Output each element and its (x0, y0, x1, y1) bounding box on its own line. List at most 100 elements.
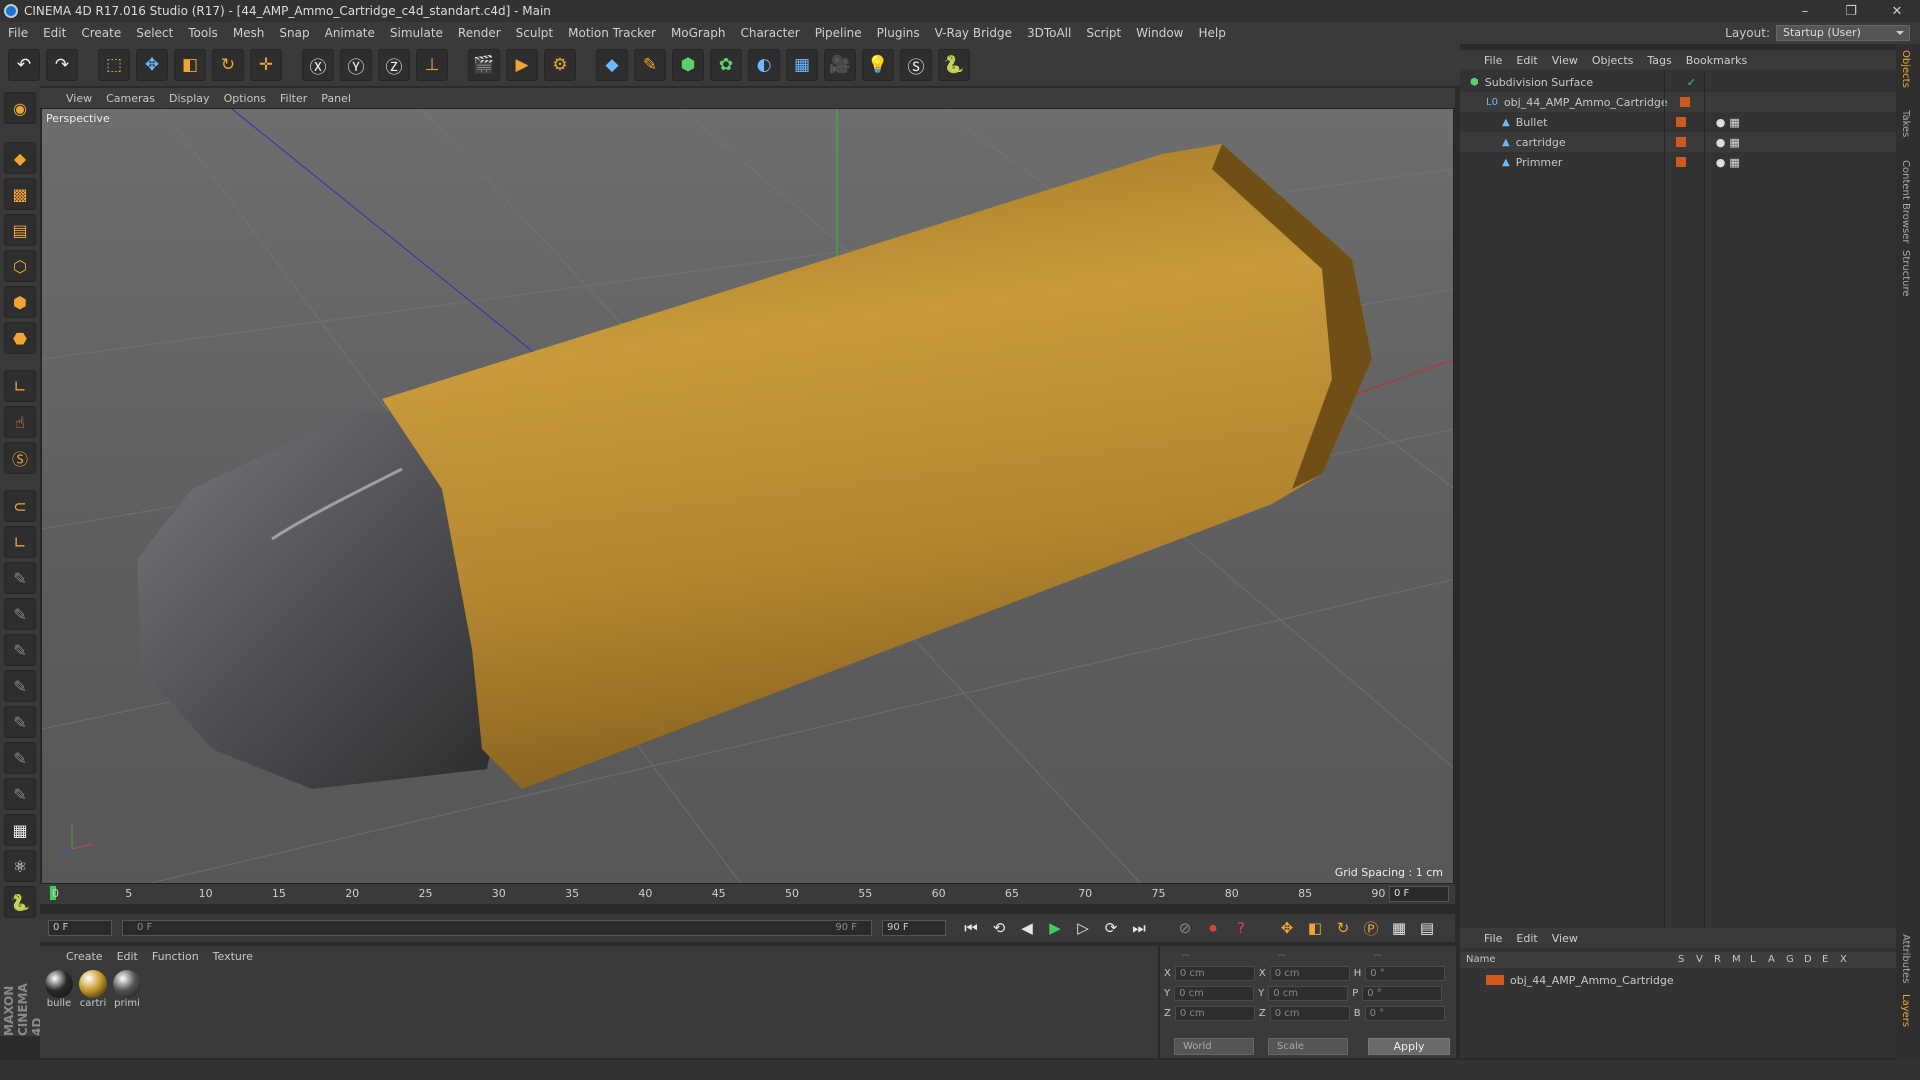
menu-item-v-ray-bridge[interactable]: V-Ray Bridge (935, 26, 1012, 40)
menu-item-animate[interactable]: Animate (325, 26, 375, 40)
viewport-menu-filter[interactable]: Filter (280, 92, 307, 105)
render-view-icon[interactable]: 🎬 (468, 49, 500, 81)
coord-size-field[interactable]: 0 cm (1269, 966, 1350, 981)
key-param-icon[interactable]: Ⓟ (1360, 917, 1382, 939)
brush-4-icon[interactable]: ✎ (4, 670, 36, 702)
side-tab-attributes[interactable]: Attributes (1900, 934, 1911, 983)
menu-item-pipeline[interactable]: Pipeline (815, 26, 862, 40)
object-row[interactable]: L0 obj_44_AMP_Ammo_Cartridge (1460, 92, 1896, 112)
move-tool-icon[interactable]: ✥ (136, 49, 168, 81)
timeline-window-icon[interactable]: ▤ (1416, 917, 1438, 939)
coord-size-field[interactable]: 0 cm (1268, 986, 1349, 1001)
enabled-check-icon[interactable]: ✓ (1687, 76, 1696, 89)
brush-7-icon[interactable]: ✎ (4, 778, 36, 810)
python-script-icon[interactable]: 🐍 (4, 886, 36, 918)
frame-range-slider[interactable]: 0 F 90 F (122, 920, 872, 936)
menu-item-sculpt[interactable]: Sculpt (516, 26, 553, 40)
tweak-mode-icon[interactable]: ☝ (4, 406, 36, 438)
object-row[interactable]: ▲ Bullet ● ▦ (1460, 112, 1896, 132)
minimize-button[interactable]: – (1782, 0, 1828, 22)
side-tab-content-browser[interactable]: Content Browser (1900, 160, 1911, 243)
prev-key-icon[interactable]: ⟲ (988, 917, 1010, 939)
autokey-icon[interactable]: ? (1230, 917, 1252, 939)
viewport-menu-view[interactable]: View (66, 92, 92, 105)
material-tag-icon[interactable]: ● (1716, 156, 1726, 169)
object-menu-edit[interactable]: Edit (1516, 54, 1537, 67)
axis-mode-icon[interactable]: ∟ (4, 370, 36, 402)
material-menu-function[interactable]: Function (152, 950, 199, 963)
snap-icon[interactable]: Ⓢ (4, 442, 36, 474)
object-menu-tags[interactable]: Tags (1647, 54, 1671, 67)
side-tab-structure[interactable]: Structure (1900, 250, 1911, 297)
z-axis-lock-icon[interactable]: Ⓩ (378, 49, 410, 81)
x-axis-lock-icon[interactable]: Ⓧ (302, 49, 334, 81)
render-settings-icon[interactable]: ⚙ (544, 49, 576, 81)
deformer-icon[interactable]: ◐ (748, 49, 780, 81)
uv-tag-icon[interactable]: ▦ (1729, 116, 1739, 129)
y-axis-lock-icon[interactable]: Ⓨ (340, 49, 372, 81)
workplane-icon[interactable]: ▤ (4, 214, 36, 246)
goto-start-icon[interactable]: ⏮ (960, 917, 982, 939)
object-row[interactable]: ▲ Primmer ● ▦ (1460, 152, 1896, 172)
dynamics-icon[interactable]: ⚛ (4, 850, 36, 882)
menu-item-create[interactable]: Create (81, 26, 121, 40)
next-frame-icon[interactable]: ▷ (1072, 917, 1094, 939)
menu-item-snap[interactable]: Snap (279, 26, 309, 40)
points-mode-icon[interactable]: ⬡ (4, 250, 36, 282)
brush-1-icon[interactable]: ✎ (4, 562, 36, 594)
bullet-model[interactable] (137, 144, 1372, 789)
rotate-tool-icon[interactable]: ↻ (212, 49, 244, 81)
menu-item-tools[interactable]: Tools (188, 26, 218, 40)
spline-pen-icon[interactable]: ✎ (634, 49, 666, 81)
apply-button[interactable]: Apply (1368, 1038, 1450, 1055)
side-tab-takes[interactable]: Takes (1900, 110, 1911, 137)
object-menu-file[interactable]: File (1484, 54, 1502, 67)
menu-item-simulate[interactable]: Simulate (390, 26, 443, 40)
side-tab-layers[interactable]: Layers (1900, 994, 1911, 1027)
brush-6-icon[interactable]: ✎ (4, 742, 36, 774)
menu-item-motion-tracker[interactable]: Motion Tracker (568, 26, 656, 40)
viewport-menu-panel[interactable]: Panel (321, 92, 351, 105)
workplane-axis-icon[interactable]: ∟ (4, 526, 36, 558)
menu-item-render[interactable]: Render (458, 26, 501, 40)
layer-row[interactable]: obj_44_AMP_Ammo_Cartridge (1460, 970, 1896, 990)
object-menu-view[interactable]: View (1552, 54, 1578, 67)
magnet-icon[interactable]: ⊂ (4, 490, 36, 522)
menu-item-character[interactable]: Character (740, 26, 799, 40)
material-tag-icon[interactable]: ● (1716, 116, 1726, 129)
motion-record-icon[interactable]: ⊘ (1174, 917, 1196, 939)
coordinate-mode-dropdown[interactable]: Scale (1268, 1038, 1348, 1055)
menu-item-window[interactable]: Window (1136, 26, 1183, 40)
uv-tag-icon[interactable]: ▦ (1729, 136, 1739, 149)
material-swatch[interactable]: cartri (78, 970, 108, 1009)
light-icon[interactable]: 💡 (862, 49, 894, 81)
menu-item-mograph[interactable]: MoGraph (671, 26, 726, 40)
menu-item-help[interactable]: Help (1198, 26, 1225, 40)
key-scale-icon[interactable]: ◧ (1304, 917, 1326, 939)
menu-item-script[interactable]: Script (1086, 26, 1121, 40)
material-swatch[interactable]: primi (112, 970, 142, 1009)
menu-item-select[interactable]: Select (136, 26, 173, 40)
grid-lock-icon[interactable]: ▦ (4, 814, 36, 846)
layer-menu-edit[interactable]: Edit (1516, 932, 1537, 945)
layer-menu-view[interactable]: View (1552, 932, 1578, 945)
record-key-icon[interactable]: ⏺ (1202, 917, 1224, 939)
viewport-menu-display[interactable]: Display (169, 92, 210, 105)
undo-button[interactable]: ↶ (8, 49, 40, 81)
coord-position-field[interactable]: 0 cm (1174, 966, 1255, 981)
play-icon[interactable]: ▶ (1044, 917, 1066, 939)
camera-icon[interactable]: 🎥 (824, 49, 856, 81)
cube-primitive-icon[interactable]: ◆ (596, 49, 628, 81)
coord-rotation-field[interactable]: 0 ° (1362, 986, 1443, 1001)
brush-3-icon[interactable]: ✎ (4, 634, 36, 666)
viewport-perspective[interactable]: Perspective Grid Spacing: 1 cm (41, 108, 1454, 884)
scale-tool-icon[interactable]: ◧ (174, 49, 206, 81)
object-row[interactable]: ▲ cartridge ● ▦ (1460, 132, 1896, 152)
python-icon[interactable]: 🐍 (938, 49, 970, 81)
make-editable-icon[interactable]: ◉ (4, 92, 36, 124)
close-button[interactable]: ✕ (1874, 0, 1920, 22)
coord-position-field[interactable]: 0 cm (1174, 986, 1255, 1001)
material-menu-create[interactable]: Create (66, 950, 103, 963)
model-mode-icon[interactable]: ◆ (4, 142, 36, 174)
coord-size-field[interactable]: 0 cm (1269, 1006, 1350, 1021)
